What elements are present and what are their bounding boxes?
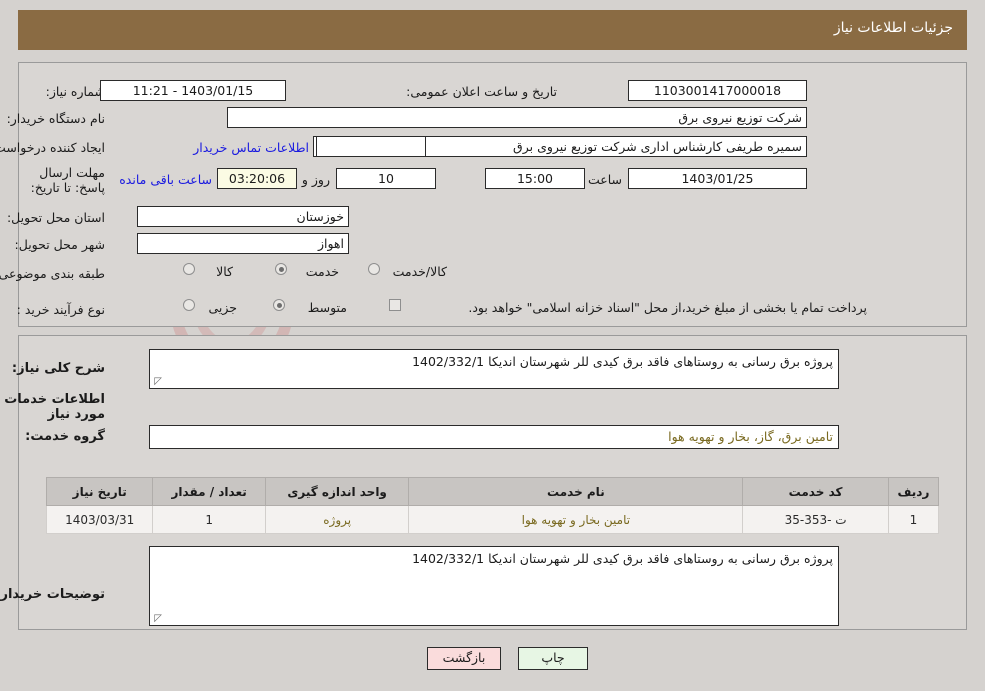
general-description-textarea[interactable]: پروژه برق رسانی به روستاهای فاقد برق کید… <box>149 349 839 389</box>
table-header-row: ردیف کد خدمت نام خدمت واحد اندازه گیری ت… <box>45 477 940 506</box>
process-type-label: نوع فرآیند خرید : <box>16 302 105 317</box>
general-description-label: شرح کلی نیاز: <box>11 361 105 376</box>
radio-category-khedmat-label: خدمت <box>305 264 339 279</box>
services-table: ردیف کد خدمت نام خدمت واحد اندازه گیری ت… <box>45 477 940 534</box>
resize-handle-icon-notes[interactable]: ◸ <box>152 614 162 624</box>
countdown-timer: 03:20:06 <box>217 168 297 189</box>
need-number-value: 1103001417000018 <box>628 80 807 101</box>
col-header-radif: ردیف <box>887 477 940 506</box>
province-label: استان محل تحویل: <box>6 210 105 225</box>
category-label: طبقه بندی موضوعی: <box>0 266 105 281</box>
radio-category-kala[interactable] <box>183 263 195 275</box>
province-value: خوزستان <box>137 206 349 227</box>
back-button[interactable]: بازگشت <box>427 647 501 670</box>
radio-category-kala-khedmat-label: کالا/خدمت <box>392 264 447 279</box>
radio-category-khedmat[interactable] <box>275 263 287 275</box>
city-label: شهر محل تحویل: <box>14 237 105 252</box>
radio-process-jozii-label: جزیی <box>208 300 237 315</box>
remaining-days-value: 10 <box>336 168 436 189</box>
page-title-bar: جزئیات اطلاعات نیاز <box>18 10 967 50</box>
remaining-time-label: ساعت باقی مانده <box>119 172 212 187</box>
general-description-value: پروژه برق رسانی به روستاهای فاقد برق کید… <box>412 354 833 369</box>
table-row: 1 ت -353-35 تامین بخار و تهویه هوا پروژه… <box>45 505 940 534</box>
cell-code: ت -353-35 <box>742 505 889 534</box>
cell-unit: پروژه <box>264 505 410 534</box>
col-header-name: نام خدمت <box>408 477 744 506</box>
need-number-label: شماره نیاز: <box>45 84 105 99</box>
buyer-org-label: نام دستگاه خریدار: <box>6 111 105 126</box>
radio-category-kala-khedmat[interactable] <box>368 263 380 275</box>
page-root: AriaTender.net جزئیات اطلاعات نیاز شماره… <box>0 0 985 691</box>
remaining-days-label: روز و <box>301 172 330 187</box>
col-header-code: کد خدمت <box>742 477 889 506</box>
checkbox-islamic-treasury[interactable] <box>389 299 401 311</box>
radio-process-motavaset-label: متوسط <box>307 300 347 315</box>
col-header-qty: تعداد / مقدار <box>152 477 266 506</box>
request-creator-label: ایجاد کننده درخواست: <box>0 140 105 155</box>
col-header-unit: واحد اندازه گیری <box>264 477 410 506</box>
need-info-panel <box>18 62 967 327</box>
resize-handle-icon[interactable]: ◸ <box>152 377 162 387</box>
page-title: جزئیات اطلاعات نیاز <box>833 20 953 36</box>
city-value: اهواز <box>137 233 349 254</box>
cell-date: 1403/03/31 <box>45 505 154 534</box>
buyer-org-value: شرکت توزیع نیروی برق <box>227 107 807 128</box>
cell-name: تامین بخار و تهویه هوا <box>408 505 744 534</box>
service-group-label: گروه خدمت: <box>25 429 105 444</box>
deadline-date-value: 1403/01/25 <box>628 168 807 189</box>
deadline-label: مهلت ارسال پاسخ: تا تاریخ: <box>30 165 105 195</box>
cell-qty: 1 <box>152 505 266 534</box>
deadline-time-value: 15:00 <box>485 168 585 189</box>
service-group-field[interactable]: تامین برق، گاز، بخار و تهویه هوا <box>149 425 839 449</box>
buyer-contact-link[interactable]: اطلاعات تماس خریدار <box>193 140 309 155</box>
service-group-value: تامین برق، گاز، بخار و تهویه هوا <box>668 429 833 444</box>
islamic-treasury-label: پرداخت تمام یا بخشی از مبلغ خرید،از محل … <box>468 300 867 315</box>
announce-date-label: تاریخ و ساعت اعلان عمومی: <box>406 84 557 99</box>
radio-category-kala-label: کالا <box>216 264 233 279</box>
radio-process-jozii[interactable] <box>183 299 195 311</box>
buyer-notes-value: پروژه برق رسانی به روستاهای فاقد برق کید… <box>412 551 833 566</box>
announce-date-value: 1403/01/15 - 11:21 <box>100 80 286 101</box>
col-header-date: تاریخ نیاز <box>45 477 154 506</box>
print-button[interactable]: چاپ <box>518 647 588 670</box>
deadline-hour-label: ساعت <box>587 172 622 187</box>
buyer-notes-textarea[interactable]: پروژه برق رسانی به روستاهای فاقد برق کید… <box>149 546 839 626</box>
cell-radif: 1 <box>887 505 940 534</box>
radio-process-motavaset[interactable] <box>273 299 285 311</box>
buyer-notes-label: توضیحات خریدار: <box>0 587 105 602</box>
services-section-heading: اطلاعات خدمات مورد نیاز <box>4 392 105 422</box>
buyer-contact-field[interactable] <box>316 136 426 157</box>
